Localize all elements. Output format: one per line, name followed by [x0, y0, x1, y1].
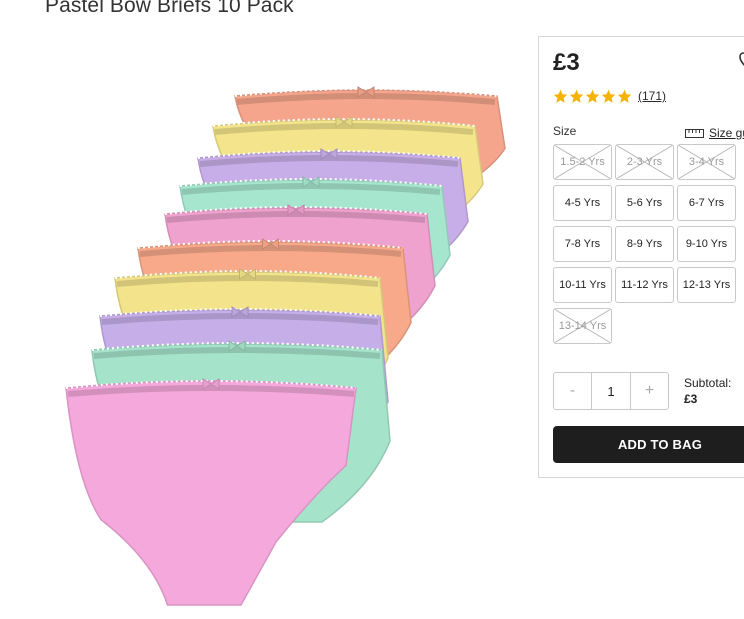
buy-box: £3 (171) Size Size gu 1.5-2 Yrs 2-3 Yrs 3-… — [538, 36, 744, 478]
size-option-label: 3-4 Yrs — [688, 156, 725, 168]
ruler-icon — [685, 128, 704, 138]
size-option-label: 12-13 Yrs — [682, 279, 731, 291]
price: £3 — [553, 49, 580, 76]
star-icon — [601, 89, 616, 103]
size-option-label: 13-14 Yrs — [558, 320, 607, 332]
rating: (171) — [553, 87, 666, 105]
size-option[interactable]: 13-14 Yrs — [553, 308, 612, 344]
quantity-decrease-button[interactable]: - — [554, 373, 591, 409]
review-count-link[interactable]: (171) — [638, 89, 666, 103]
size-selector: 1.5-2 Yrs 2-3 Yrs 3-4 Yrs 4-5 Yrs 5-6 Yrs 6-7… — [553, 144, 744, 344]
size-option-label: 4-5 Yrs — [564, 197, 601, 209]
star-icon — [569, 89, 584, 103]
star-icon — [617, 89, 632, 103]
size-option-label: 2-3 Yrs — [626, 156, 663, 168]
size-option[interactable]: 8-9 Yrs — [615, 226, 674, 262]
star-icon — [553, 89, 568, 103]
rating-stars — [553, 89, 632, 104]
size-option-label: 5-6 Yrs — [626, 197, 663, 209]
size-option-label: 9-10 Yrs — [685, 238, 728, 250]
size-option-label: 11-12 Yrs — [621, 279, 668, 291]
subtotal: Subtotal: £3 — [684, 375, 731, 407]
size-option[interactable]: 10-11 Yrs — [553, 267, 612, 303]
add-to-bag-button[interactable]: ADD TO BAG — [553, 426, 744, 463]
quantity-increase-button[interactable]: + — [631, 373, 668, 409]
heart-icon[interactable] — [739, 51, 744, 69]
size-option[interactable]: 12-13 Yrs — [677, 267, 736, 303]
product-image[interactable] — [50, 70, 510, 615]
size-option-label: 10-11 Yrs — [559, 279, 606, 291]
quantity-stepper: - + — [553, 372, 669, 410]
product-photo — [65, 86, 506, 606]
size-option[interactable]: 7-8 Yrs — [553, 226, 612, 262]
size-option[interactable]: 11-12 Yrs — [615, 267, 674, 303]
size-option-label: 6-7 Yrs — [688, 197, 725, 209]
size-guide-label: Size gu — [709, 126, 744, 140]
size-option[interactable]: 1.5-2 Yrs — [553, 144, 612, 180]
brief-item — [65, 378, 357, 606]
size-option-label: 8-9 Yrs — [626, 238, 663, 250]
size-option-label: 7-8 Yrs — [564, 238, 601, 250]
size-option[interactable]: 2-3 Yrs — [615, 144, 674, 180]
subtotal-label: Subtotal: — [684, 376, 732, 390]
size-option[interactable]: 6-7 Yrs — [677, 185, 736, 221]
quantity-input[interactable] — [591, 373, 631, 409]
subtotal-value: £3 — [684, 392, 698, 406]
size-option-label: 1.5-2 Yrs — [560, 156, 605, 168]
star-icon — [585, 89, 600, 103]
size-option[interactable]: 4-5 Yrs — [553, 185, 612, 221]
page-title: Pastel Bow Briefs 10 Pack — [45, 0, 294, 17]
size-label: Size — [553, 124, 577, 138]
size-option[interactable]: 9-10 Yrs — [677, 226, 736, 262]
size-guide-link[interactable]: Size gu — [685, 126, 744, 140]
size-option[interactable]: 3-4 Yrs — [677, 144, 736, 180]
size-option[interactable]: 5-6 Yrs — [615, 185, 674, 221]
